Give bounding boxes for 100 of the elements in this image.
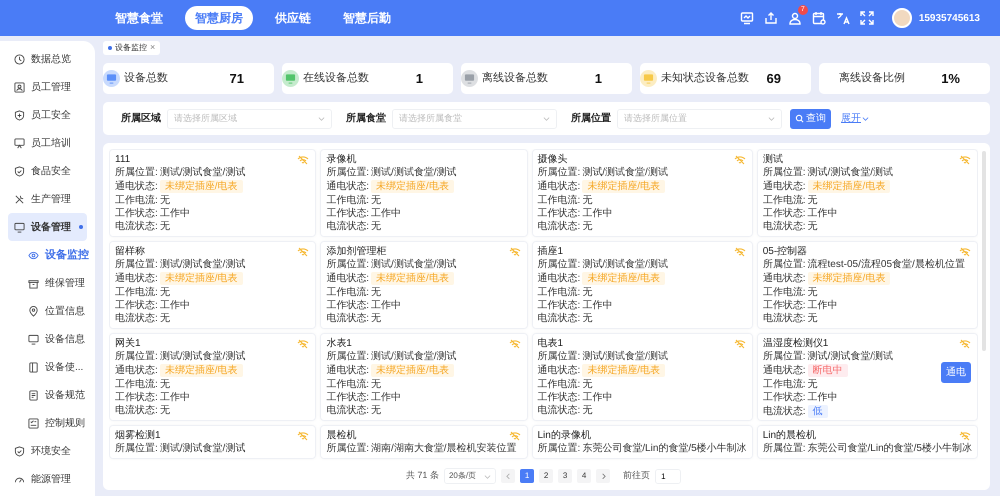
checklist-icon: [28, 418, 39, 428]
stat-label: 在线设备总数: [303, 71, 369, 86]
field-value: 测试/测试食堂/测试: [160, 259, 246, 270]
field-value: 无: [160, 379, 170, 390]
sidebar-subitem[interactable]: 控制规则: [0, 409, 95, 437]
page-tab-label[interactable]: 设备监控: [115, 42, 147, 54]
field-value: 无: [808, 313, 818, 324]
device-name: Lin的晨检机: [762, 430, 816, 442]
monitor-icon: [28, 334, 39, 344]
sidebar-subitem[interactable]: 维保管理: [0, 269, 95, 297]
stat-value: 69: [766, 70, 781, 88]
chevron-left-icon: [506, 472, 511, 480]
nav-tab[interactable]: 供应链: [265, 6, 321, 30]
sidebar-subitem[interactable]: 设备信息: [0, 325, 95, 353]
user-name: 15935745613: [918, 12, 980, 26]
search-button[interactable]: 查询: [790, 108, 831, 128]
field-label: 工作电流:: [762, 379, 806, 390]
sidebar-item[interactable]: 设备管理: [8, 213, 87, 241]
field-label: 通电状态:: [326, 273, 370, 284]
sidebar-item[interactable]: 员工培训: [0, 129, 95, 157]
field-value: 无: [808, 195, 818, 206]
sidebar-item[interactable]: 环境安全: [0, 437, 95, 465]
tools-icon: [14, 194, 25, 204]
page-tab[interactable]: 设备监控 ×: [103, 41, 160, 55]
field-label: 工作电流:: [115, 379, 158, 390]
field-value: 工作中: [371, 300, 402, 311]
translate-icon[interactable]: [836, 11, 850, 25]
nav-tab[interactable]: 智慧食堂: [105, 6, 173, 30]
field-value: 无: [582, 287, 592, 298]
next-page-button[interactable]: [596, 469, 610, 483]
sidebar-subitem[interactable]: 设备使...: [0, 353, 95, 381]
field-value: 无: [582, 379, 592, 390]
field-label: 工作状态:: [115, 300, 158, 311]
expand-link[interactable]: 展开: [841, 111, 869, 126]
field-label: 工作电流:: [326, 195, 370, 206]
page-button[interactable]: 2: [539, 469, 554, 483]
device-name: 留样称: [115, 246, 145, 258]
nav-tab[interactable]: 智慧厨房: [185, 6, 253, 30]
field-value: 无: [582, 195, 592, 206]
sidebar-subitem[interactable]: 设备监控: [0, 241, 95, 269]
nav-tab[interactable]: 智慧后勤: [333, 6, 401, 30]
field-value: 工作中: [808, 392, 838, 403]
avatar[interactable]: [892, 8, 912, 28]
sidebar-subitem[interactable]: 位置信息: [0, 297, 95, 325]
filter-label: 所属区域: [121, 112, 161, 126]
field-value: 工作中: [808, 300, 838, 311]
field-value: 工作中: [582, 208, 612, 219]
sidebar-subitem[interactable]: 设备规范: [0, 381, 95, 409]
monitor-icon[interactable]: [740, 11, 754, 25]
upload-icon[interactable]: [764, 11, 778, 25]
close-button[interactable]: ×: [150, 41, 156, 55]
board-icon: [14, 138, 25, 148]
field-label: 所属位置:: [762, 443, 806, 454]
page-size-select[interactable]: 20条/页: [444, 468, 496, 484]
chevron-down-icon: [768, 115, 775, 122]
chevron-down-icon: [484, 472, 492, 480]
field-value: 无: [582, 221, 592, 232]
field-label: 通电状态:: [115, 365, 158, 376]
device-name: 水表1: [326, 338, 352, 350]
sidebar-item[interactable]: 数据总览: [0, 45, 95, 73]
field-label: 通电状态:: [115, 181, 158, 192]
field-value: 无: [808, 379, 818, 390]
sidebar-item[interactable]: 生产管理: [0, 185, 95, 213]
total-count: 共 71 条: [406, 469, 439, 482]
field-value: 工作中: [160, 208, 190, 219]
page-input[interactable]: 1: [655, 468, 682, 484]
user-icon[interactable]: [788, 11, 802, 25]
page-button[interactable]: 1: [520, 469, 534, 483]
device-name: 摄像头: [538, 154, 568, 166]
field-value: 测试/测试食堂/测试: [582, 167, 668, 178]
field-value: 无: [371, 195, 382, 206]
person-card-icon: [14, 82, 25, 92]
field-label: 电流状态:: [762, 406, 806, 417]
chevron-right-icon: [600, 472, 606, 480]
field-label: 工作电流:: [326, 379, 370, 390]
sidebar-item[interactable]: 食品安全: [0, 157, 95, 185]
field-value: 无: [160, 313, 170, 324]
field-label: 所属位置:: [762, 259, 806, 270]
goto-label: 前往页: [623, 469, 650, 482]
field-label: 电流状态:: [326, 221, 370, 232]
box-icon: [28, 278, 39, 288]
status-tag: 未绑定插座/电表: [371, 272, 454, 285]
field-value: 工作中: [371, 208, 402, 219]
status-tag: 未绑定插座/电表: [582, 364, 666, 377]
page-button[interactable]: 3: [558, 469, 572, 483]
calendar-icon[interactable]: [812, 11, 826, 25]
power-on-button[interactable]: 通电: [941, 362, 971, 383]
field-label: 工作电流:: [538, 195, 580, 206]
shield-icon: [14, 166, 25, 176]
page-button[interactable]: 4: [577, 469, 592, 483]
field-value: 测试/测试食堂/测试: [582, 259, 668, 270]
status-tag: 未绑定插座/电表: [160, 272, 243, 285]
field-label: 通电状态:: [762, 365, 806, 376]
field-label: 工作状态:: [762, 208, 806, 219]
fullscreen-icon[interactable]: [860, 11, 874, 25]
pin-icon: [28, 306, 39, 316]
sidebar-item[interactable]: 员工安全: [0, 101, 95, 129]
field-value: 无: [582, 313, 592, 324]
sidebar-item[interactable]: 能源管理: [0, 465, 95, 493]
sidebar-item[interactable]: 员工管理: [0, 73, 95, 101]
